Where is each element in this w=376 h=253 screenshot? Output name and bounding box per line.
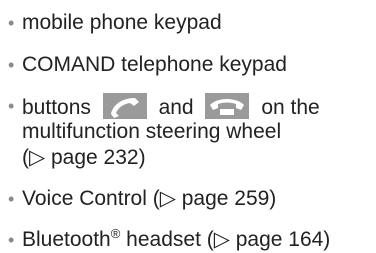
text-headset: headset (▷ page 164)	[120, 228, 331, 251]
list-item-text: mobile phone keypad	[22, 11, 222, 34]
text-and: and	[158, 96, 194, 119]
text-bluetooth: Bluetooth	[22, 228, 111, 251]
page-reference: (▷ page 232)	[22, 146, 146, 169]
phone-end-icon	[205, 93, 250, 119]
phone-accept-icon	[102, 93, 147, 119]
registered-mark: ®	[110, 226, 121, 241]
bullet-icon: •	[8, 96, 15, 116]
list-item-text: Voice Control (▷ page 259)	[22, 187, 277, 210]
text-buttons: buttons	[22, 96, 91, 119]
bullet-icon: •	[8, 189, 15, 209]
bullet-icon: •	[8, 55, 15, 75]
bullet-icon: •	[8, 13, 15, 33]
bullet-icon: •	[8, 230, 15, 250]
text-on-the: on the	[261, 96, 320, 119]
list-item-text: buttons and on the	[22, 93, 320, 121]
list-item-text: multifunction steering wheel	[22, 120, 282, 143]
list-item-text: COMAND telephone keypad	[22, 53, 287, 76]
list-item-text: Bluetooth® headset (▷ page 164)	[22, 227, 330, 253]
